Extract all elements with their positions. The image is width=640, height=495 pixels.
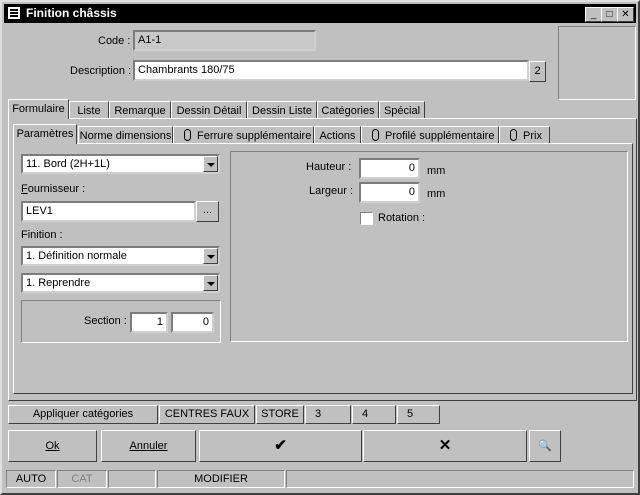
- tab-formulaire[interactable]: Formulaire: [8, 99, 69, 119]
- fournisseur-browse-button[interactable]: ...: [196, 201, 219, 222]
- dimensions-group: [230, 151, 628, 342]
- subtab-parametres[interactable]: Paramètres: [13, 124, 77, 144]
- section-label: Section :: [84, 315, 127, 327]
- hauteur-field[interactable]: 0: [359, 158, 420, 179]
- status-empty-1: [108, 470, 156, 488]
- section-field-2[interactable]: 0: [171, 312, 214, 333]
- code-label: Code :: [98, 35, 131, 47]
- category-4-button[interactable]: 4: [352, 405, 396, 424]
- confirm-button[interactable]: ✔: [199, 430, 362, 462]
- tab-remarque[interactable]: Remarque: [109, 101, 171, 119]
- close-button[interactable]: ✕: [617, 7, 634, 22]
- paperclip-icon: [184, 129, 191, 141]
- check-icon: ✔: [274, 437, 287, 454]
- subtab-norme-dimensions[interactable]: Norme dimensions: [78, 126, 173, 144]
- ok-button[interactable]: Ok: [8, 430, 97, 462]
- code-field[interactable]: A1-1: [133, 30, 316, 51]
- description-field[interactable]: Chambrants 180/75: [133, 60, 529, 81]
- category-centres-faux-button[interactable]: CENTRES FAUX: [159, 405, 255, 424]
- paperclip-icon: [510, 129, 517, 141]
- status-mode: MODIFIER: [157, 470, 285, 488]
- description-label: Description :: [70, 65, 132, 77]
- window-title: Finition châssis: [26, 6, 117, 20]
- chevron-down-icon[interactable]: [203, 248, 218, 264]
- chevron-down-icon[interactable]: [203, 156, 218, 172]
- tab-dessin-detail[interactable]: Dessin Détail: [171, 101, 247, 119]
- subtab-actions[interactable]: Actions: [314, 126, 361, 144]
- appliquer-categories-button[interactable]: Appliquer catégories: [8, 405, 158, 424]
- finition-select[interactable]: 1. Définition normale: [21, 246, 220, 266]
- hauteur-label: Hauteur :: [306, 161, 352, 173]
- tab-categories[interactable]: Catégories: [317, 101, 379, 119]
- section-field-1[interactable]: 1: [130, 312, 168, 333]
- chevron-down-icon[interactable]: [203, 275, 218, 291]
- minimize-button[interactable]: _: [585, 7, 602, 22]
- window: Finition châssis _ □ ✕ Code : A1-1 Descr…: [0, 0, 640, 495]
- subtab-prix[interactable]: Prix: [499, 126, 550, 144]
- paperclip-icon: [372, 129, 379, 141]
- status-empty-2: [286, 470, 634, 488]
- largeur-field[interactable]: 0: [359, 182, 420, 203]
- subtab-ferrure-supplementaire[interactable]: Ferrure supplémentaire: [173, 126, 314, 144]
- preview-image: [558, 26, 636, 100]
- search-button[interactable]: 🔍: [529, 430, 561, 462]
- window-menu-icon[interactable]: [8, 7, 20, 19]
- fournisseur-field[interactable]: LEV1: [21, 201, 196, 222]
- title-bar: Finition châssis _ □ ✕: [4, 4, 636, 23]
- close-icon: ✕: [438, 437, 452, 454]
- maximize-button[interactable]: □: [601, 7, 618, 22]
- category-store-button[interactable]: STORE: [256, 405, 304, 424]
- cancel-x-button[interactable]: ✕: [363, 430, 527, 462]
- status-cat: CAT: [57, 470, 107, 488]
- largeur-unit: mm: [427, 188, 446, 200]
- tab-liste[interactable]: Liste: [69, 101, 109, 119]
- subtab-profile-supplementaire[interactable]: Profilé supplémentaire: [361, 126, 499, 144]
- largeur-label: Largeur :: [309, 185, 354, 197]
- hauteur-unit: mm: [427, 165, 446, 177]
- fournisseur-label: Fournisseur :: [21, 183, 86, 195]
- reprendre-select[interactable]: 1. Reprendre: [21, 273, 220, 293]
- status-auto: AUTO: [6, 470, 56, 488]
- tab-dessin-liste[interactable]: Dessin Liste: [247, 101, 317, 119]
- rotation-label: Rotation :: [378, 212, 426, 224]
- finition-label: Finition :: [21, 229, 63, 241]
- category-3-button[interactable]: 3: [305, 405, 351, 424]
- annuler-button[interactable]: Annuler: [101, 430, 196, 462]
- description-language-badge[interactable]: 2: [529, 61, 546, 82]
- tab-special[interactable]: Spécial: [379, 101, 425, 119]
- binoculars-icon: 🔍: [538, 440, 552, 452]
- category-5-button[interactable]: 5: [397, 405, 440, 424]
- bord-select[interactable]: 11. Bord (2H+1L): [21, 154, 220, 174]
- rotation-checkbox[interactable]: [360, 212, 373, 225]
